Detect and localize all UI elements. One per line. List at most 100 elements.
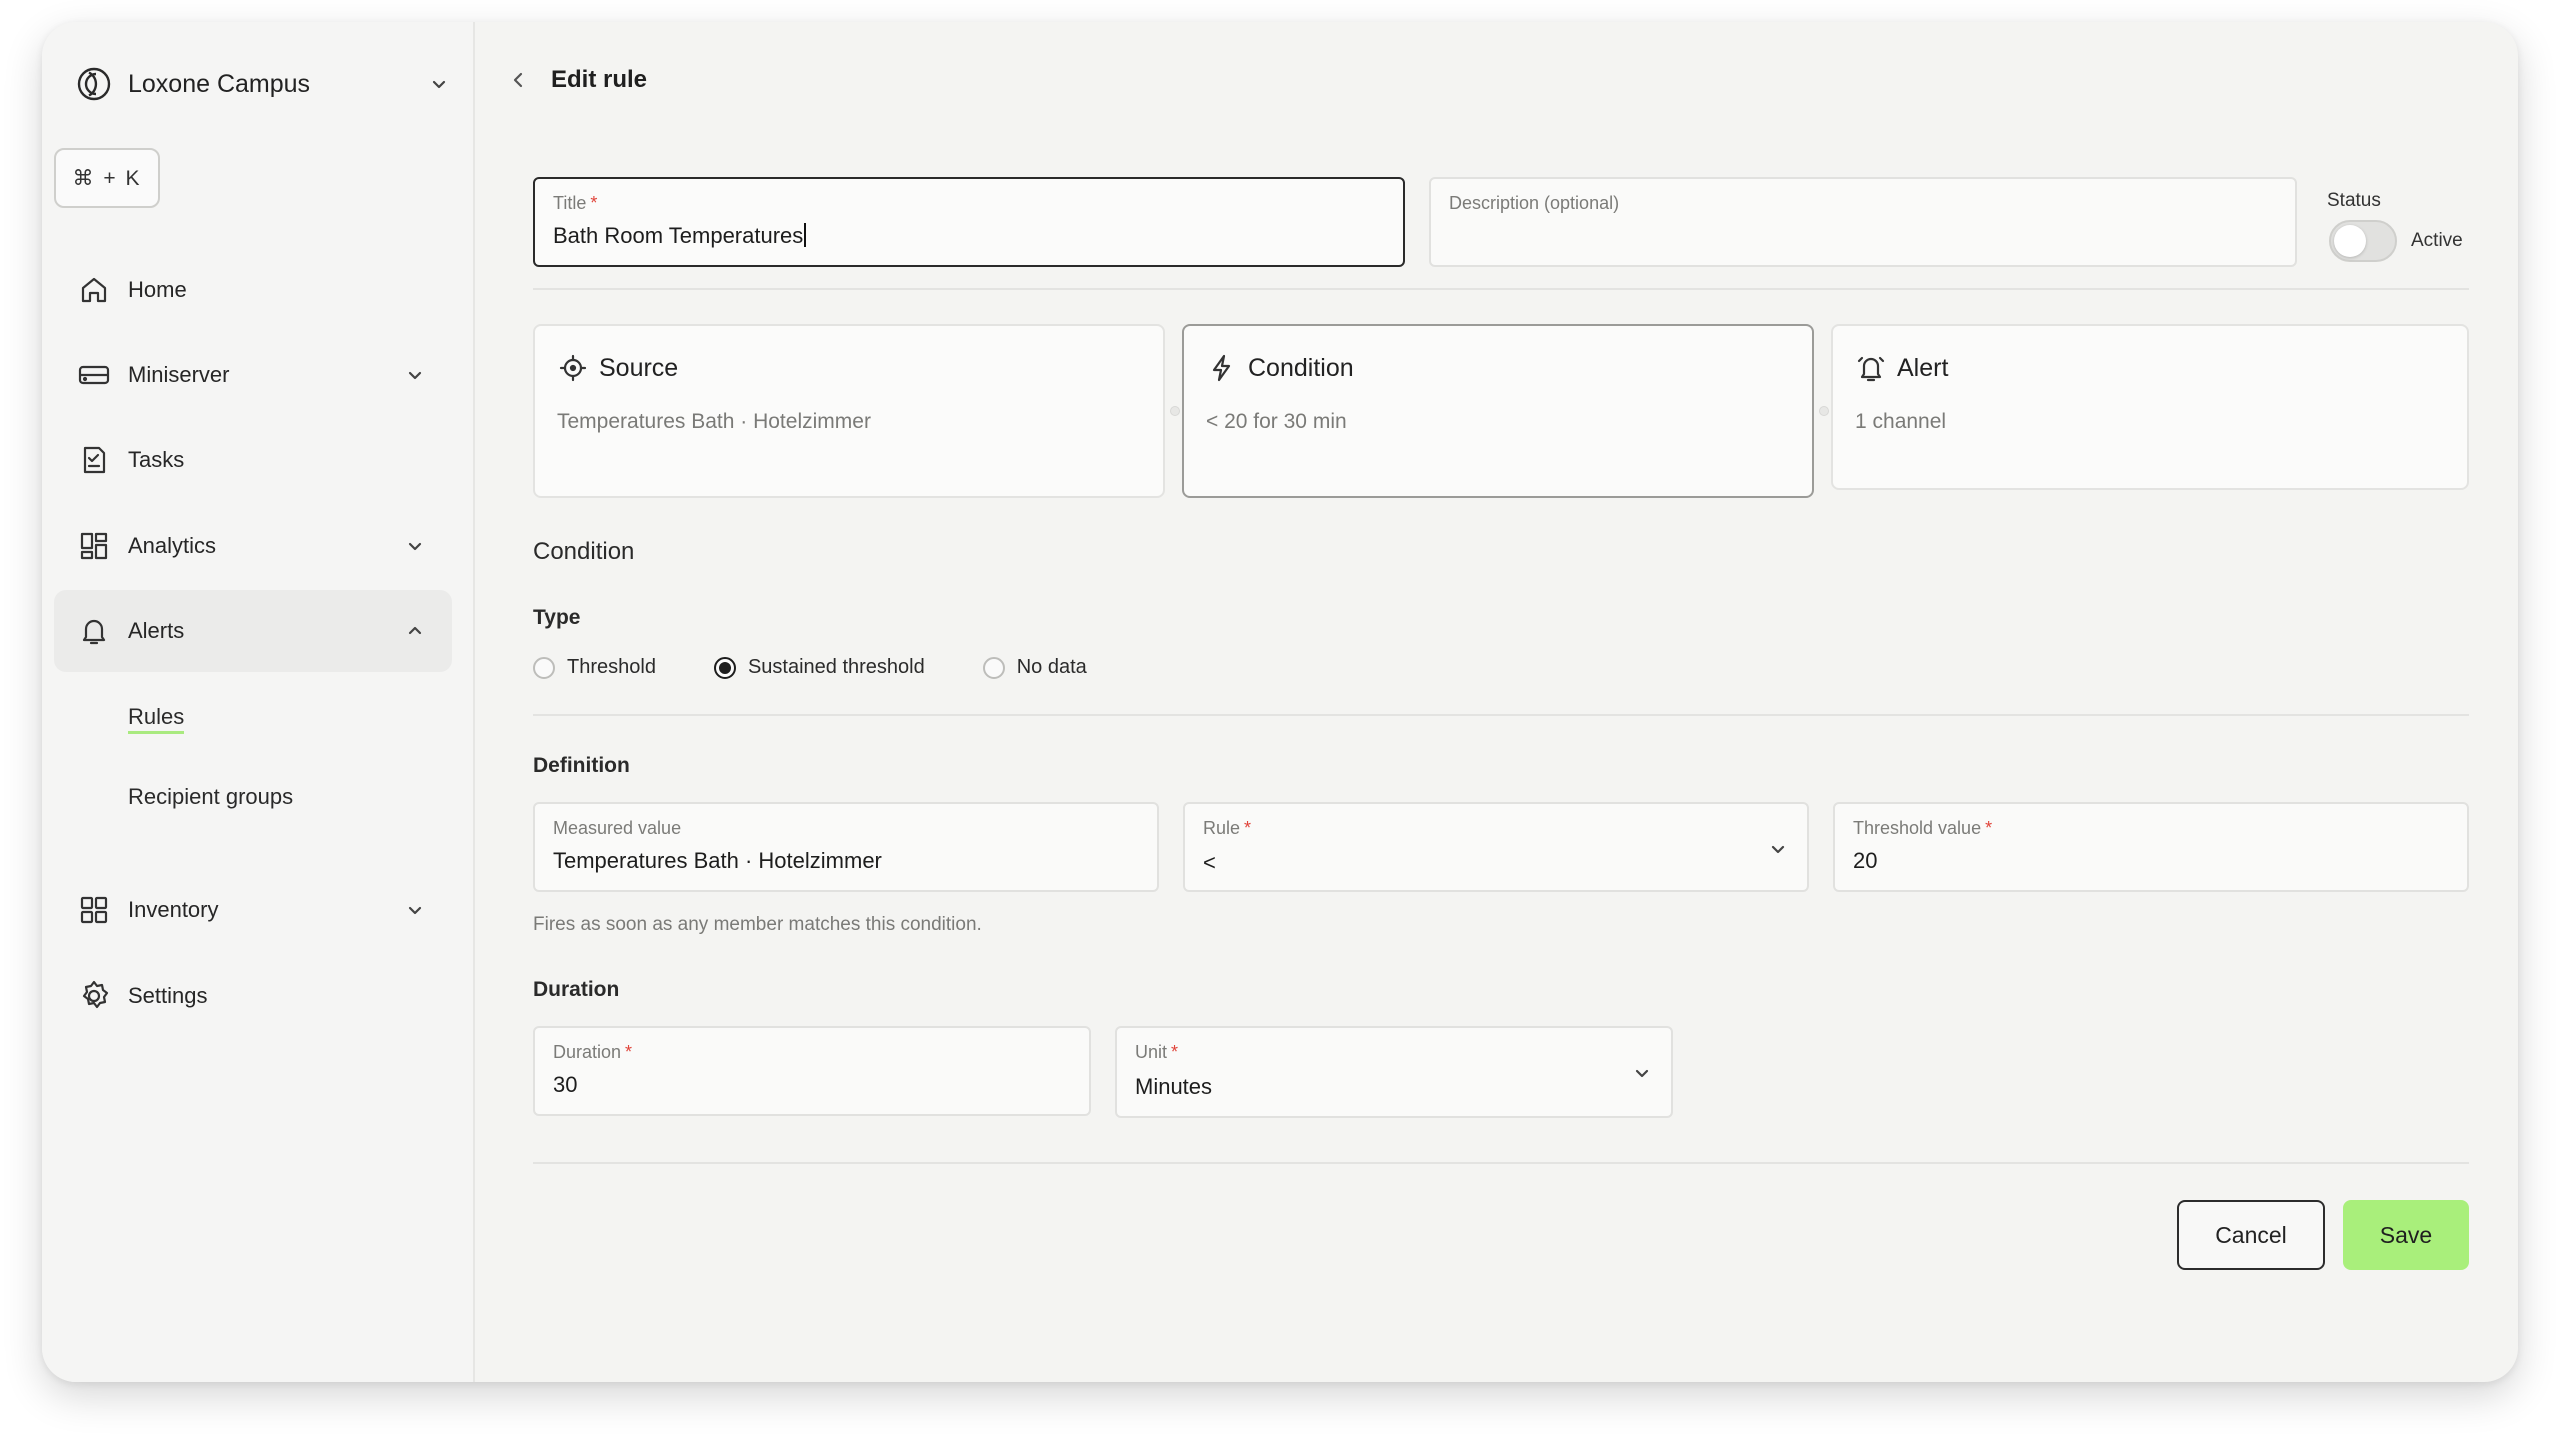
radio-circle [533, 656, 555, 679]
sidebar-item-inventory[interactable]: Inventory [54, 869, 452, 951]
page-title: Edit rule [551, 66, 648, 93]
status-toggle[interactable] [2329, 220, 2397, 262]
save-button[interactable]: Save [2343, 1200, 2469, 1270]
chevron-down-icon [1629, 1060, 1655, 1086]
step-card-condition[interactable]: Condition < 20 for 30 min [1182, 324, 1814, 498]
type-radio-group: Threshold Sustained threshold No data [533, 656, 1145, 679]
sidebar-item-miniserver[interactable]: Miniserver [54, 334, 452, 416]
required-mark: * [1985, 818, 1993, 838]
step-connector [1170, 406, 1180, 416]
sidebar-subitem-rules[interactable]: Rules [128, 704, 185, 734]
radio-circle [713, 656, 736, 679]
miniserver-icon [74, 355, 114, 395]
chevron-down-icon[interactable] [426, 71, 452, 97]
radio-label: No data [1016, 656, 1087, 678]
radio-label: Threshold [567, 656, 656, 678]
step-card-alert[interactable]: Alert 1 channel [1831, 324, 2469, 490]
sidebar-item-label: Miniserver [128, 362, 230, 387]
sidebar-item-label: Settings [128, 983, 208, 1008]
bell-icon [74, 611, 114, 651]
duration-value: 30 [553, 1072, 578, 1097]
type-label: Type [533, 606, 581, 629]
title-field[interactable]: Title * Bath Room Temperatures [533, 177, 1405, 267]
title-value: Bath Room Temperatures [553, 223, 804, 248]
required-mark: * [1171, 1042, 1179, 1062]
step-title: Alert [1897, 353, 1949, 382]
condition-section-title: Condition [533, 538, 635, 565]
sidebar-item-label: Inventory [128, 897, 219, 922]
unit-value: Minutes [1135, 1074, 1213, 1099]
sidebar-item-alerts[interactable]: Alerts [54, 590, 452, 672]
status-label: Status [2327, 190, 2381, 211]
duration-field[interactable]: Duration * 30 [533, 1026, 1091, 1116]
page-header: Edit rule [505, 66, 647, 94]
step-subtitle: 1 channel [1855, 410, 1947, 433]
step-title: Source [599, 353, 679, 382]
duration-label: Duration [553, 1042, 622, 1062]
analytics-icon [74, 526, 114, 566]
toggle-knob [2334, 225, 2366, 257]
step-subtitle: Temperatures Bath · Hotelzimmer [557, 410, 871, 433]
rule-label: Rule [1203, 818, 1241, 838]
measured-value-label: Measured value [553, 818, 682, 838]
step-title: Condition [1248, 353, 1354, 382]
app-window: Loxone Campus ⌘ + K Home Miniserver Task… [42, 22, 2518, 1382]
description-label: Description (optional) [1449, 193, 1620, 213]
sidebar-item-analytics[interactable]: Analytics [54, 505, 452, 587]
loxone-logo-icon [74, 64, 114, 104]
alarm-bell-icon [1855, 352, 1887, 384]
radio-circle [982, 656, 1005, 679]
gear-icon [74, 976, 114, 1016]
divider [533, 288, 2469, 290]
chevron-down-icon [1765, 836, 1791, 862]
description-field[interactable]: Description (optional) [1429, 177, 2297, 267]
rule-value: < [1203, 850, 1216, 875]
required-mark: * [1244, 818, 1252, 838]
sidebar-item-tasks[interactable]: Tasks [54, 419, 452, 501]
rule-select[interactable]: Rule * < [1183, 802, 1809, 892]
inventory-icon [74, 890, 114, 930]
lightning-icon [1206, 352, 1238, 384]
sidebar-item-label: Analytics [128, 533, 217, 558]
duration-section-title: Duration [533, 978, 620, 1001]
unit-select[interactable]: Unit * Minutes [1115, 1026, 1673, 1118]
divider [533, 1162, 2469, 1164]
sidebar-item-settings[interactable]: Settings [54, 955, 452, 1037]
divider [533, 714, 2469, 716]
measured-value: Temperatures Bath · Hotelzimmer [553, 848, 882, 873]
main-content: Edit rule Title * Bath Room Temperatures … [475, 22, 2518, 1382]
radio-sustained-threshold[interactable]: Sustained threshold [713, 656, 925, 679]
home-icon [74, 270, 114, 310]
threshold-value-field[interactable]: Threshold value * 20 [1833, 802, 2469, 892]
command-shortcut-button[interactable]: ⌘ + K [54, 148, 160, 208]
sidebar: Loxone Campus ⌘ + K Home Miniserver Task… [42, 22, 475, 1382]
sidebar-item-label: Tasks [128, 447, 185, 472]
required-mark: * [625, 1042, 633, 1062]
sidebar-item-label: Home [128, 277, 187, 302]
step-card-source[interactable]: Source Temperatures Bath · Hotelzimmer [533, 324, 1165, 498]
status-text: Active [2411, 230, 2463, 251]
chevron-down-icon [402, 533, 428, 559]
unit-label: Unit [1135, 1042, 1168, 1062]
org-name: Loxone Campus [128, 69, 311, 98]
back-arrow-icon[interactable] [505, 66, 533, 94]
cancel-button[interactable]: Cancel [2177, 1200, 2325, 1270]
radio-label: Sustained threshold [747, 656, 925, 678]
title-label: Title [553, 193, 587, 213]
org-switcher[interactable]: Loxone Campus [74, 62, 452, 106]
chevron-down-icon [402, 897, 428, 923]
text-cursor [804, 223, 807, 247]
radio-no-data[interactable]: No data [982, 656, 1087, 679]
sidebar-item-label: Alerts [128, 618, 185, 643]
radio-threshold[interactable]: Threshold [533, 656, 656, 679]
threshold-value: 20 [1853, 848, 1878, 873]
step-connector [1819, 406, 1829, 416]
chevron-down-icon [402, 362, 428, 388]
crosshair-icon [557, 352, 589, 384]
tasks-icon [74, 440, 114, 480]
threshold-label: Threshold value [1853, 818, 1982, 838]
sidebar-subitem-recipient-groups[interactable]: Recipient groups [128, 784, 293, 810]
step-subtitle: < 20 for 30 min [1206, 410, 1347, 433]
sidebar-item-home[interactable]: Home [54, 249, 452, 331]
measured-value-field[interactable]: Measured value Temperatures Bath · Hotel… [533, 802, 1159, 892]
